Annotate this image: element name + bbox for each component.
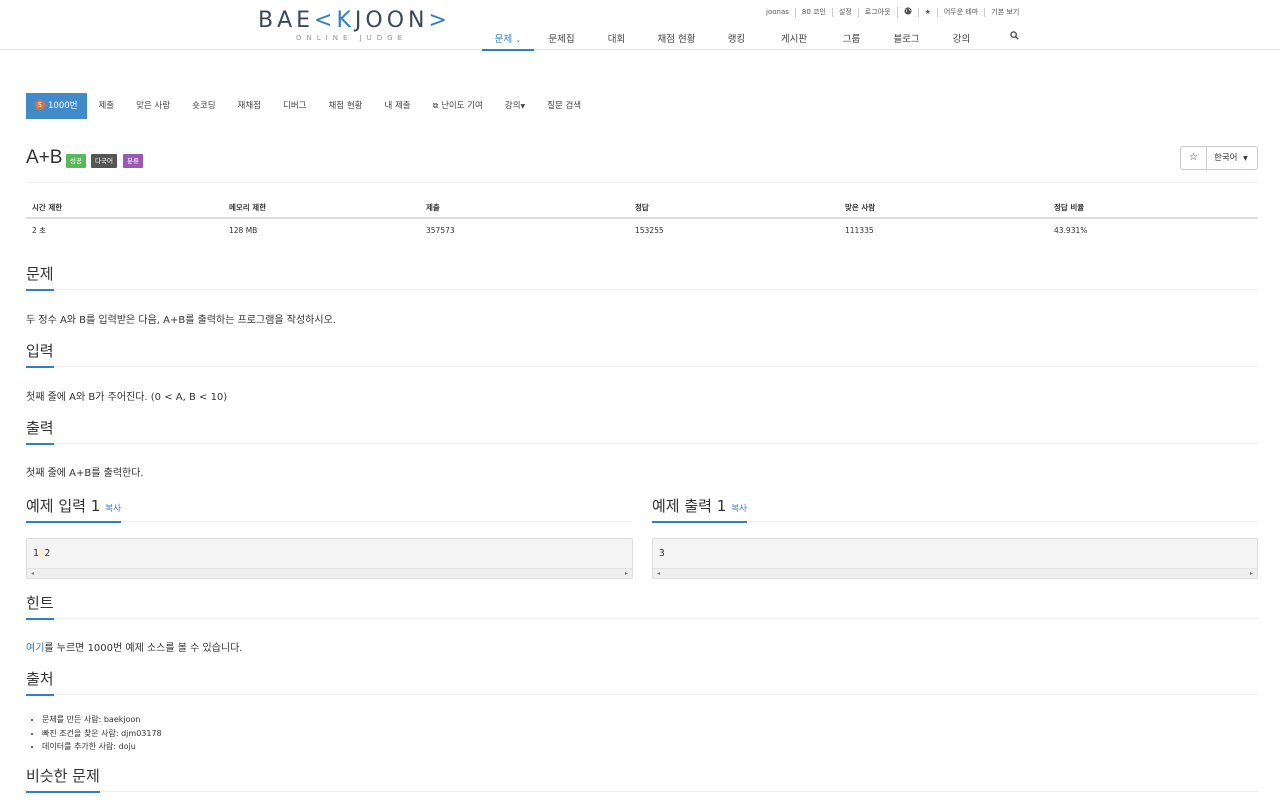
copy-sample-output-button[interactable]: 복사 [731,504,747,514]
problem-title-row: A+B 성공 다국어 분류 ☆ 한국어 ▼ [26,146,1258,183]
section-heading: 예제 입력 1 복사 [26,496,121,523]
table-header: 메모리 제한 [229,203,267,212]
label-multilang[interactable]: 다국어 [91,154,117,168]
list-item: 문제를 만든 사람: baekjoon [42,713,162,727]
input-description: 첫째 줄에 A와 B가 주어진다. (0 < A, B < 10) [26,392,228,403]
caret-down-icon: ▼ [520,103,526,110]
page-title: A+B [26,147,63,168]
section-sample-output: 예제 출력 1 복사 [652,496,1258,523]
label-success: 성공 [66,154,86,168]
section-heading: 비슷한 문제 [26,766,100,793]
nav-lecture[interactable]: 강의 [934,26,989,50]
problem-description: 두 정수 A와 B를 입력받은 다음, A+B를 출력하는 프로그램을 작성하시… [26,315,336,326]
tab-rejudge[interactable]: 재채점 [227,93,272,119]
coin-link[interactable]: 80 코인 [794,7,832,17]
tab-shortest[interactable]: 숏코딩 [181,93,226,119]
site-header: BAE<KJOON> ONLINE JUDGE joonas 80 코인 설정 … [0,0,1280,51]
nav-ranking[interactable]: 랭킹 [709,26,764,50]
scroll-right-icon: ▸ [624,570,628,577]
user-topbar: joonas 80 코인 설정 로그아웃 ★ 어두운 테마 기본 보기 [760,6,1025,18]
nav-contest[interactable]: 대회 [589,26,644,50]
chevron-down-icon: ⌄ [515,36,522,44]
favorite-star-button[interactable]: ☆ [1180,146,1207,170]
tab-debug[interactable]: 디버그 [272,93,317,119]
sample-output-box[interactable]: 3 ◂ ▸ [652,538,1258,579]
list-item: 빠진 조건을 찾은 사람: djm03178 [42,727,162,741]
nav-problems[interactable]: 문제 ⌄ [482,26,534,51]
sample-input-code: 1 2 [33,548,51,559]
section-heading: 예제 출력 1 복사 [652,496,747,523]
default-view-link[interactable]: 기본 보기 [984,7,1025,17]
section-output: 출력 [26,418,1258,445]
main-nav: 문제 ⌄ 문제집 대회 채점 현황 랭킹 게시판 그룹 블로그 강의 [482,26,1039,51]
hint-text: 여기를 누르면 1000번 예제 소스를 볼 수 있습니다. [26,643,243,654]
tier-badge: 5 [35,100,45,110]
section-source: 출처 [26,669,1258,696]
section-heading: 출력 [26,418,54,445]
scroll-left-icon: ◂ [31,570,35,577]
settings-link[interactable]: 설정 [831,7,858,17]
hint-link[interactable]: 여기 [26,643,44,654]
tab-my-submissions[interactable]: 내 제출 [373,93,421,119]
nav-board[interactable]: 게시판 [764,26,824,50]
table-cell: 43.931% [1054,226,1088,235]
nav-blog[interactable]: 블로그 [879,26,934,50]
nav-group[interactable]: 그룹 [824,26,879,50]
section-heading: 입력 [26,341,54,368]
table-header: 맞은 사람 [845,203,876,212]
list-item: 데이터를 추가한 사람: doju [42,740,162,754]
copy-sample-input-button[interactable]: 복사 [105,504,121,514]
section-sample-input: 예제 입력 1 복사 [26,496,632,523]
tab-submit[interactable]: 제출 [87,93,125,119]
section-similar: 비슷한 문제 [26,766,1258,793]
star-icon[interactable]: ★ [917,7,937,17]
table-header: 정답 [635,203,649,212]
table-cell: 128 MB [229,226,258,235]
table-header: 시간 제한 [32,203,63,212]
username-link[interactable]: joonas [760,8,795,17]
globe-icon[interactable] [896,6,918,18]
problem-tabs: 5 1000번 제출 맞은 사람 숏코딩 재채점 디버그 채점 현황 내 제출 ⧉… [26,93,592,119]
tab-solved-users[interactable]: 맞은 사람 [125,93,181,119]
search-icon[interactable] [989,26,1039,50]
nav-status[interactable]: 채점 현황 [644,26,709,50]
tab-lecture[interactable]: 강의▼ [494,93,536,119]
table-cell: 357573 [426,226,455,235]
caret-down-icon: ▼ [1243,155,1248,162]
scroll-left-icon: ◂ [657,570,661,577]
sample-output-code: 3 [659,548,665,559]
horizontal-scrollbar[interactable]: ◂ ▸ [27,568,632,578]
section-heading: 출처 [26,669,54,696]
source-list: 문제를 만든 사람: baekjoon 빠진 조건을 찾은 사람: djm031… [40,713,162,754]
table-header: 제출 [426,203,440,212]
star-outline-icon: ☆ [1189,152,1198,163]
output-description: 첫째 줄에 A+B를 출력한다. [26,468,144,479]
logout-link[interactable]: 로그아웃 [857,7,897,17]
table-header: 정답 비율 [1054,203,1085,212]
tab-questions[interactable]: 질문 검색 [536,93,592,119]
external-link-icon: ⧉ [432,101,439,110]
tab-difficulty[interactable]: ⧉ 난이도 기여 [422,93,494,119]
table-cell: 111335 [845,226,874,235]
section-problem: 문제 [26,264,1258,291]
dark-theme-link[interactable]: 어두운 테마 [936,7,984,17]
logo[interactable]: BAE<KJOON> ONLINE JUDGE [258,9,447,43]
section-hint: 힌트 [26,593,1258,620]
section-heading: 힌트 [26,593,54,620]
tab-status[interactable]: 채점 현황 [317,93,373,119]
section-heading: 문제 [26,264,54,291]
label-category[interactable]: 분류 [123,154,143,168]
nav-workbook[interactable]: 문제집 [534,26,589,50]
section-input: 입력 [26,341,1258,368]
table-cell: 153255 [635,226,664,235]
problem-info-table: 시간 제한 메모리 제한 제출 정답 맞은 사람 정답 비율 2 초 128 M… [26,198,1258,242]
table-cell: 2 초 [32,226,47,235]
sample-input-box[interactable]: 1 2 ◂ ▸ [26,538,633,579]
language-dropdown[interactable]: 한국어 ▼ [1206,146,1258,170]
scroll-right-icon: ▸ [1249,570,1253,577]
horizontal-scrollbar[interactable]: ◂ ▸ [653,568,1257,578]
tab-problem[interactable]: 5 1000번 [26,93,88,119]
